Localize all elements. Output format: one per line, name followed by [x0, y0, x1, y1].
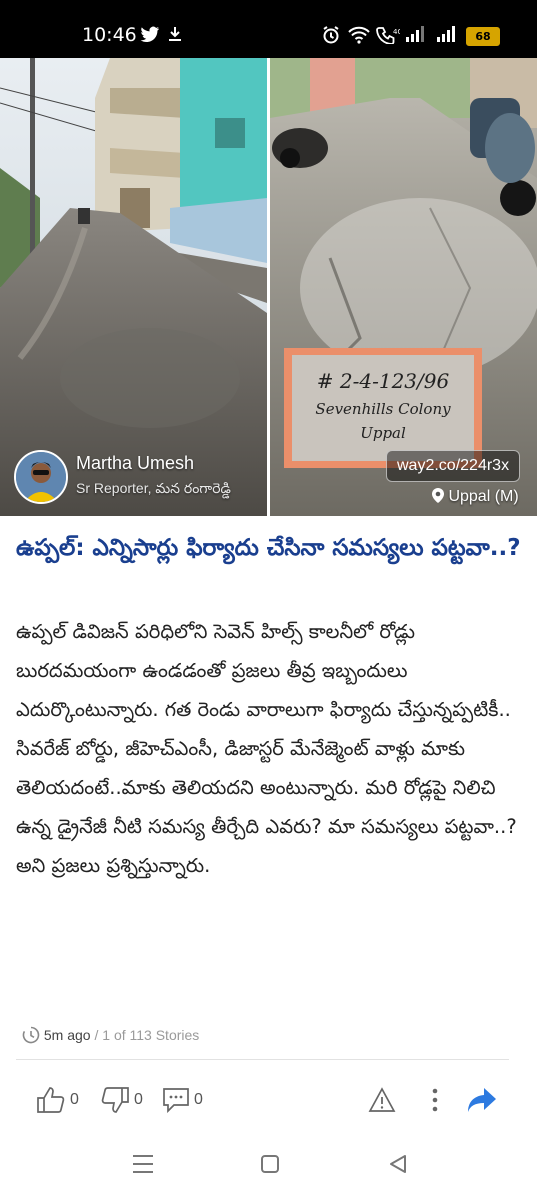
like-button[interactable]: 0 — [36, 1080, 79, 1120]
signal-icon-2 — [437, 26, 455, 42]
action-bar: 0 0 0 — [0, 1080, 537, 1120]
more-icon — [432, 1088, 438, 1112]
twitter-icon — [140, 26, 159, 42]
report-icon — [368, 1087, 396, 1112]
home-icon[interactable] — [260, 1154, 280, 1174]
battery-indicator: 68 — [466, 27, 500, 46]
location-label: Uppal (M) — [448, 488, 519, 505]
story-meta: 5m ago / 1 of 113 Stories — [22, 1026, 199, 1044]
more-options-button[interactable] — [430, 1080, 440, 1120]
call-icon: 4G — [376, 27, 400, 44]
photo-divider — [267, 58, 270, 516]
time-ago: 5m ago — [43, 1027, 91, 1043]
comment-count: 0 — [194, 1091, 203, 1108]
comment-icon — [163, 1088, 189, 1113]
street-photo-right: # 2-4-123/96 Sevenhills Colony Uppal — [270, 58, 537, 516]
alarm-icon — [323, 26, 339, 44]
story-image[interactable]: # 2-4-123/96 Sevenhills Colony Uppal Mar… — [0, 58, 537, 516]
like-icon — [37, 1087, 65, 1113]
share-button[interactable] — [466, 1080, 498, 1120]
plaque-number: # 2-4-123/96 — [317, 369, 450, 393]
download-icon — [169, 27, 181, 41]
author-name[interactable]: Martha Umesh — [76, 453, 194, 474]
avatar[interactable] — [14, 450, 68, 504]
story-position: 1 of 113 Stories — [102, 1027, 200, 1043]
article-headline: ఉప్పల్: ఎన్నిసార్లు ఫిర్యాదు చేసినా సమస్… — [16, 535, 521, 561]
location-pin-icon — [432, 488, 444, 503]
status-time: 10:46 — [82, 24, 137, 46]
plaque-colony: Sevenhills Colony — [315, 400, 451, 418]
dislike-icon — [101, 1087, 129, 1113]
comment-button[interactable]: 0 — [162, 1080, 203, 1120]
dislike-count: 0 — [134, 1091, 143, 1108]
recent-apps-icon[interactable] — [132, 1154, 154, 1174]
system-nav-bar — [0, 1136, 537, 1200]
meta-separator: / — [94, 1027, 99, 1043]
article-body: ఉప్పల్ డివిజన్ పరిధిలోని సెవెన్ హిల్స్ క… — [16, 620, 517, 877]
author-role: Sr Reporter, మన రంగారెడ్డి — [76, 480, 231, 496]
location: Uppal (M) — [432, 488, 519, 506]
status-bar: 10:46 4G 68 — [0, 0, 537, 58]
share-icon — [468, 1088, 496, 1112]
plaque-area: Uppal — [360, 424, 406, 442]
back-icon[interactable] — [388, 1154, 408, 1174]
dislike-button[interactable]: 0 — [100, 1080, 143, 1120]
report-button[interactable] — [368, 1080, 396, 1120]
short-link[interactable]: way2.co/224r3x — [386, 450, 521, 482]
divider — [16, 1059, 509, 1060]
like-count: 0 — [70, 1091, 79, 1108]
signal-icon — [406, 26, 424, 42]
wifi-icon — [348, 26, 370, 44]
svg-text:4G: 4G — [393, 28, 400, 36]
street-photo-left — [0, 58, 267, 516]
clock-icon — [22, 1026, 40, 1044]
